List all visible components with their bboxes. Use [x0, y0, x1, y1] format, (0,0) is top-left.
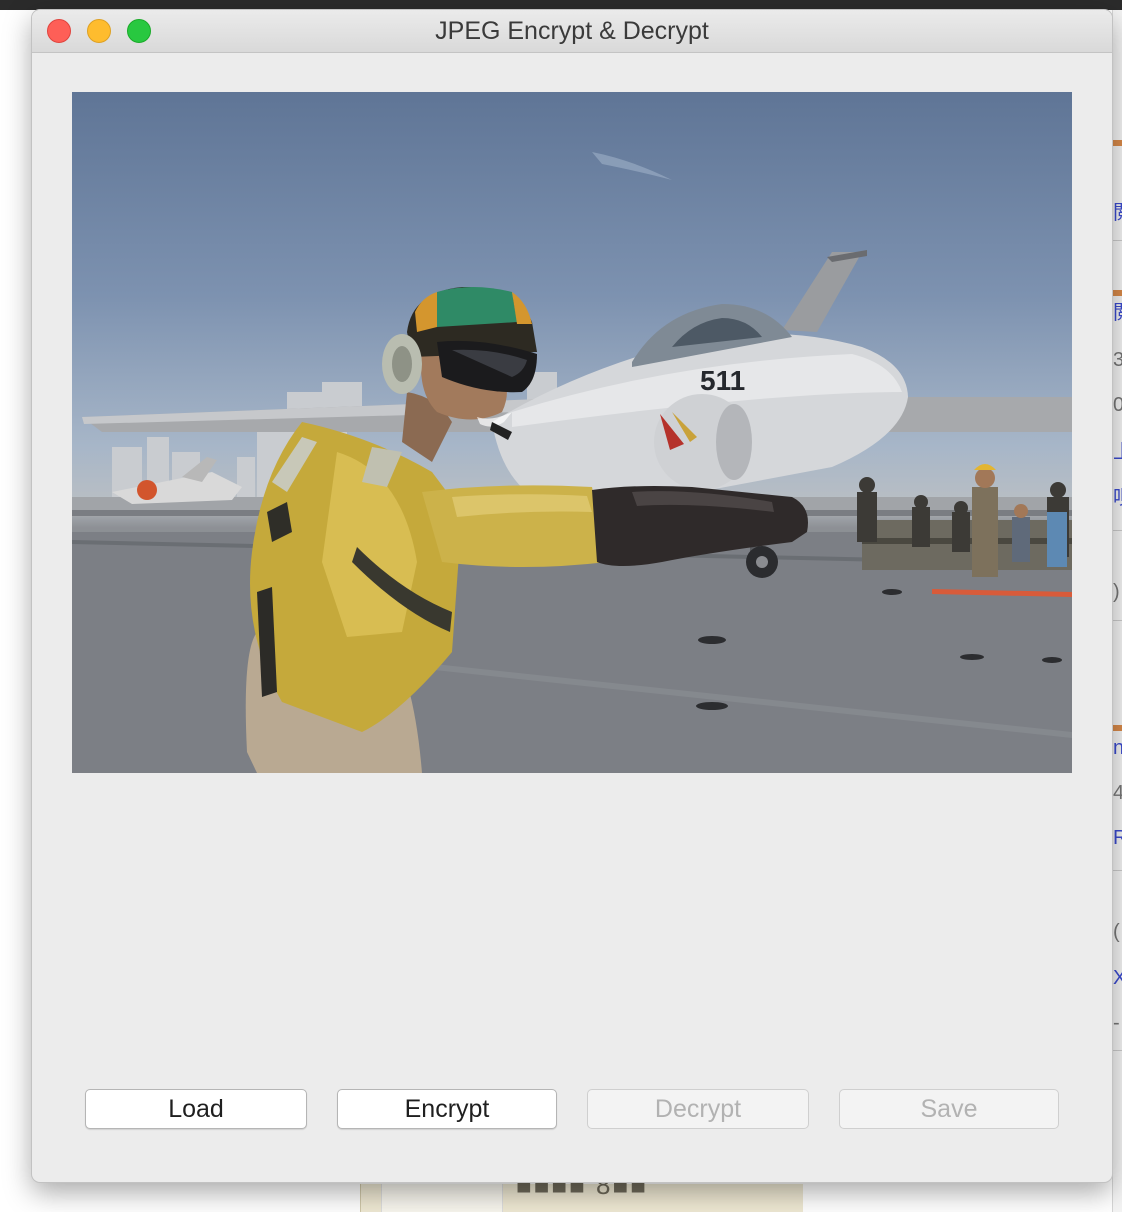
decrypt-button[interactable]: Decrypt — [587, 1089, 809, 1129]
save-button[interactable]: Save — [839, 1089, 1059, 1129]
app-window: JPEG Encrypt & Decrypt 511 Load Encrypt … — [32, 10, 1112, 1182]
background-text: ( — [1113, 922, 1120, 942]
background-text: 上 — [1113, 442, 1122, 462]
background-panel — [381, 1184, 503, 1212]
background-accent — [1113, 725, 1122, 731]
background-text: 閲 — [1113, 303, 1122, 323]
background-window-bottom: ■■■■ 8■■ — [360, 1170, 803, 1212]
background-text: 呗 — [1113, 488, 1122, 508]
background-text: 3 — [1113, 350, 1122, 370]
background-text: - — [1113, 1013, 1120, 1033]
aircraft-number: 511 — [700, 365, 745, 396]
background-divider — [1113, 870, 1122, 871]
background-text: ) — [1113, 582, 1120, 602]
encrypt-button[interactable]: Encrypt — [337, 1089, 557, 1129]
background-text: n — [1113, 738, 1122, 758]
background-window-edge: 閲 閲 3 0 上 呗 ) n 4 R ( X - — [1112, 10, 1122, 1212]
background-text: X — [1113, 968, 1122, 988]
title-bar[interactable]: JPEG Encrypt & Decrypt — [32, 10, 1112, 53]
jet-deck-photo: 511 — [72, 152, 1072, 773]
background-divider — [1113, 530, 1122, 531]
background-text: 4 — [1113, 783, 1122, 803]
load-button[interactable]: Load — [85, 1089, 307, 1129]
background-divider — [1113, 620, 1122, 621]
background-text: R — [1113, 828, 1122, 848]
background-accent — [1113, 290, 1122, 296]
screen-top-bar — [0, 0, 1122, 10]
background-text: 閲 — [1113, 203, 1122, 223]
image-preview: 511 — [72, 92, 1072, 773]
background-divider — [1113, 240, 1122, 241]
background-accent — [1113, 140, 1122, 146]
background-text: 0 — [1113, 395, 1122, 415]
window-title: JPEG Encrypt & Decrypt — [435, 17, 709, 45]
background-divider — [1113, 1050, 1122, 1051]
